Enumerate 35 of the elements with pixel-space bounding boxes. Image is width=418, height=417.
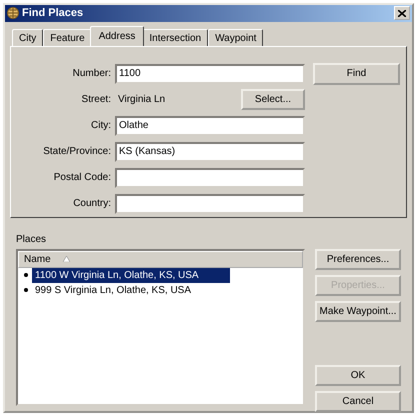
find-button[interactable]: Find	[313, 62, 400, 84]
close-button[interactable]	[394, 6, 410, 20]
close-icon	[398, 10, 406, 17]
tab[interactable]: Waypoint	[208, 28, 264, 46]
section-label: Places	[16, 232, 48, 246]
input-field[interactable]: 1100	[115, 64, 305, 84]
bullet-icon	[24, 273, 28, 277]
input-field[interactable]: KS (Kansas)	[115, 142, 305, 162]
field-label: City:	[90, 119, 112, 133]
field-label: State/Province:	[42, 145, 112, 159]
field-label: Street:	[80, 93, 112, 107]
tab[interactable]: Feature	[43, 28, 92, 46]
ok-button[interactable]: OK	[315, 364, 401, 386]
list-item[interactable]: 999 S Virginia Ln, Olathe, KS, USA	[32, 282, 194, 298]
bullet-icon	[24, 288, 28, 292]
select-button[interactable]: Select...	[241, 89, 305, 110]
globe-icon	[7, 7, 19, 20]
tab[interactable]: Address	[90, 26, 144, 46]
input-field[interactable]	[115, 168, 305, 188]
field-label: Postal Code:	[52, 171, 112, 185]
field-value: Virginia Ln	[117, 93, 166, 107]
header-label: Name	[24, 252, 51, 266]
tab[interactable]: City	[12, 28, 44, 46]
input-field[interactable]: Olathe	[115, 116, 305, 136]
tab[interactable]: Intersection	[142, 28, 208, 46]
list-item[interactable]: 1100 W Virginia Ln, Olathe, KS, USA	[32, 268, 230, 282]
side-button[interactable]: Make Waypoint...	[315, 300, 401, 322]
side-button[interactable]: Preferences...	[315, 248, 401, 270]
field-label: Number:	[72, 67, 112, 81]
column-header[interactable]: Name	[18, 250, 303, 268]
input-field[interactable]	[115, 194, 305, 214]
sort-arrow-icon	[62, 256, 70, 262]
window-title: Find Places	[22, 6, 84, 21]
field-label: Country:	[72, 197, 112, 211]
cancel-button[interactable]: Cancel	[315, 390, 401, 412]
